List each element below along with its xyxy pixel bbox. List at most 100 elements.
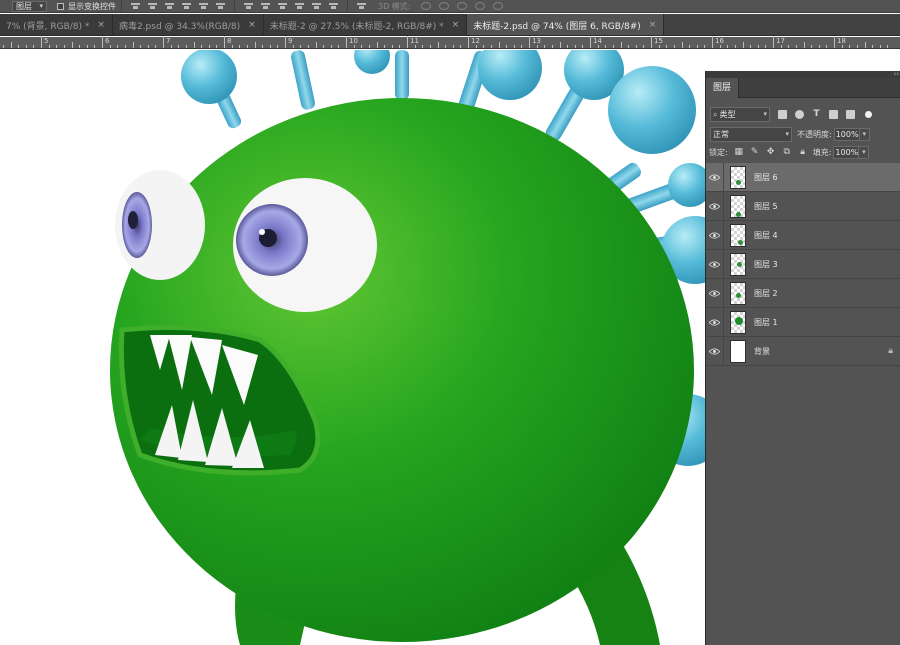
smart-object-filter-icon[interactable] [846,109,855,119]
ruler-label: 15 [654,37,663,45]
layer-row-3[interactable]: 图层 3 [706,249,900,279]
ruler-tick [468,36,469,48]
panel-grip[interactable]: ‹‹ [706,71,900,78]
type-filter-icon[interactable]: T [812,109,821,119]
ruler-tick [10,42,12,48]
collapse-panels-icon[interactable]: ‹‹ [893,71,899,78]
ruler-tick [681,42,683,48]
virus-artwork [110,50,705,645]
visibility-eye-icon[interactable] [706,162,724,192]
ruler-tick [117,45,119,48]
3d-rotate-icon[interactable] [420,2,431,10]
distribute-top-icon[interactable] [244,2,253,10]
tab-close-icon[interactable]: × [649,20,657,30]
visibility-eye-icon[interactable] [706,249,724,279]
ruler-tick [102,36,103,48]
layer-row-5[interactable]: 图层 5 [706,191,900,221]
distribute-center-icon[interactable] [261,2,270,10]
blend-mode-dropdown[interactable]: 正常 [710,126,792,142]
layer-thumbnail [730,223,746,247]
ruler-tick [757,45,759,48]
pixel-filter-icon[interactable] [778,109,787,119]
filter-kind-value: 类型 [719,109,736,119]
layer-row-4[interactable]: 图层 4 [706,220,900,250]
3d-scale-icon[interactable] [492,2,503,10]
align-left-icon[interactable] [182,2,191,10]
auto-select-dropdown[interactable]: 图层 [12,0,47,12]
ruler-tick [437,42,439,48]
lock-transparent-pixels-icon[interactable]: ▦ [734,147,744,157]
document-tab[interactable]: 7% (背景, RGB/8) * × [0,14,113,35]
ruler-tick [559,42,561,48]
ruler-label: 7 [166,37,171,45]
distribute-hcenter-icon[interactable] [312,2,321,10]
align-top-icon[interactable] [131,2,140,10]
lock-position-icon[interactable]: ✥ [766,147,776,157]
3d-roll-icon[interactable] [438,2,449,10]
ruler-tick [826,45,828,48]
ruler-label: 13 [532,37,541,45]
document-tab-bar: 7% (背景, RGB/8) * × 病毒2.psd @ 34.3%(RGB/8… [0,14,900,36]
distribute-bottom-icon[interactable] [278,2,287,10]
ruler-tick [620,42,622,48]
distribute-right-icon[interactable] [329,2,338,10]
align-right-icon[interactable] [216,2,225,10]
ruler-tick [773,36,774,48]
layer-row-2[interactable]: 图层 2 [706,278,900,308]
filter-toggle-icon[interactable] [865,110,872,118]
lock-artboard-icon[interactable]: ⧉ [782,147,792,157]
ruler-tick [445,45,447,48]
filter-kind-dropdown[interactable]: ⌕ 类型 [710,106,770,122]
lock-all-icon[interactable]: 🔒︎ [798,147,808,157]
document-canvas[interactable] [0,50,705,645]
align-bottom-icon[interactable] [165,2,174,10]
visibility-eye-icon[interactable] [706,307,724,337]
ruler-tick [208,45,210,48]
visibility-eye-icon[interactable] [706,336,724,366]
ruler-tick [643,45,645,48]
checkbox-box[interactable] [57,2,64,10]
visibility-eye-icon[interactable] [706,278,724,308]
opacity-dropdown-icon[interactable]: ▾ [859,127,870,141]
visibility-eye-icon[interactable] [706,191,724,221]
blend-row: 正常 不透明度: 100% ▾ [706,124,900,144]
adjustment-filter-icon[interactable] [795,109,804,119]
layer-name: 图层 2 [754,288,778,298]
horizontal-ruler[interactable]: 456789101112131415161718 [0,36,900,49]
fill-dropdown-icon[interactable]: ▾ [859,145,870,159]
distribute-left-icon[interactable] [295,2,304,10]
3d-pan-icon[interactable] [456,2,467,10]
visibility-eye-icon[interactable] [706,220,724,250]
document-tab-active[interactable]: 未标题-2.psd @ 74% (图层 6, RGB/8#) × [467,14,665,35]
ruler-tick [712,36,713,48]
tab-close-icon[interactable]: × [97,20,105,30]
ruler-tick [262,45,264,48]
ruler-tick [338,45,340,48]
shape-filter-icon[interactable] [829,109,838,119]
ruler-tick [506,45,508,48]
lock-image-pixels-icon[interactable]: ✎ [750,147,760,157]
separator [234,1,235,11]
show-transform-controls-checkbox[interactable]: 显示变换控件 [57,1,116,12]
layer-row-background[interactable]: 背景 🔒︎ [706,336,900,366]
ruler-tick [86,45,88,48]
document-tab[interactable]: 病毒2.psd @ 34.3%(RGB/8) × [112,14,264,35]
ruler-tick [147,45,149,48]
tab-close-icon[interactable]: × [248,20,256,30]
tab-close-icon[interactable]: × [452,20,460,30]
layer-row-1[interactable]: 图层 1 [706,307,900,337]
ruler-tick [841,45,843,48]
ruler-tick [132,42,134,48]
ruler-tick [742,42,744,48]
auto-align-icon[interactable] [357,2,366,10]
ruler-tick [513,45,515,48]
align-horizontal-center-icon[interactable] [199,2,208,10]
align-vertical-center-icon[interactable] [148,2,157,10]
tab-layers[interactable]: 图层 [706,78,740,98]
layer-filter-row: ⌕类型 T [706,104,900,124]
layer-row-6[interactable]: 图层 6 [706,162,900,192]
3d-slide-icon[interactable] [474,2,485,10]
document-tab[interactable]: 未标题-2 @ 27.5% (未标题-2, RGB/8#) * × [263,14,468,35]
opacity-input[interactable]: 100% [833,127,860,141]
fill-input[interactable]: 100% [833,145,860,159]
